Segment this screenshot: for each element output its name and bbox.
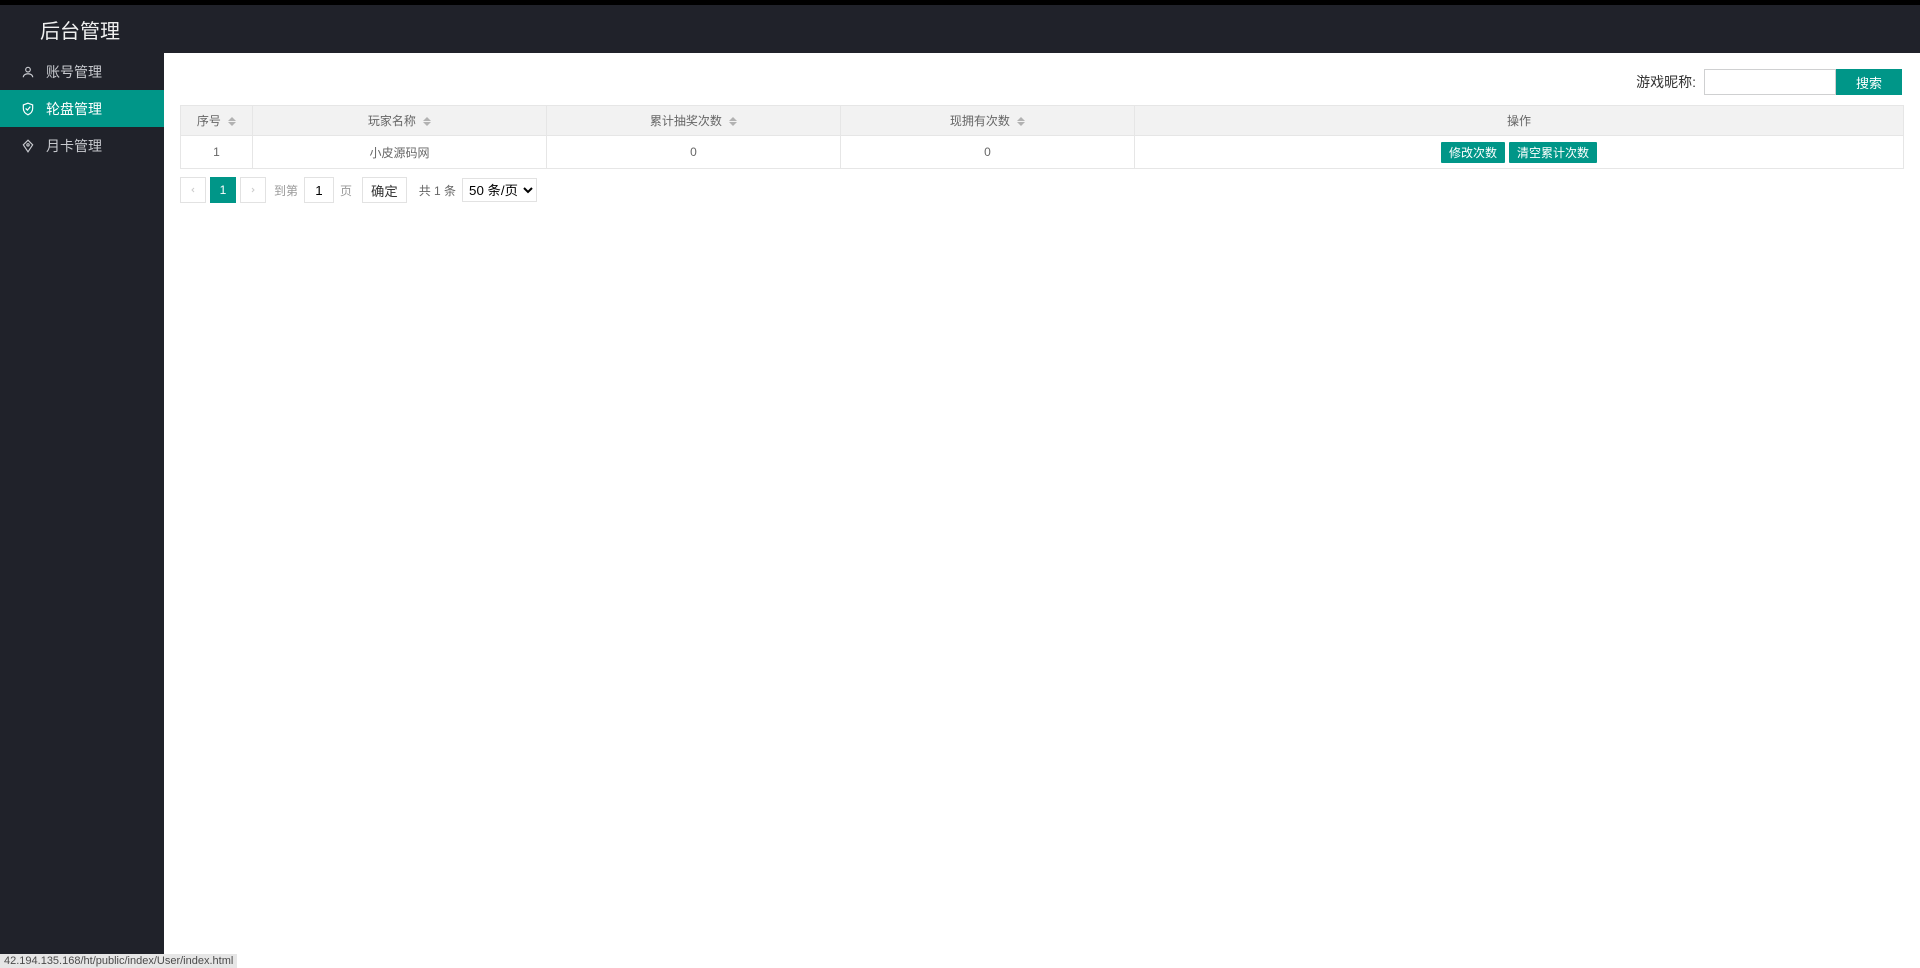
cell-actions: 修改次数清空累计次数 [1135,136,1903,168]
page-number[interactable]: 1 [210,177,236,203]
main-content: 游戏昵称: 搜索 序号 玩家名称 累计抽奖次数 [164,53,1920,968]
sidebar-item-label: 轮盘管理 [46,99,102,119]
search-input[interactable] [1704,69,1836,95]
clear-count-button[interactable]: 清空累计次数 [1509,142,1597,163]
page-total: 共 1 条 [419,182,456,199]
page-goto-input[interactable] [304,177,334,203]
diamond-icon [20,138,36,154]
sort-icon[interactable] [423,117,431,126]
edit-count-button[interactable]: 修改次数 [1441,142,1505,163]
cell-has: 0 [841,136,1135,168]
column-label: 操作 [1507,114,1531,128]
column-header-draws[interactable]: 累计抽奖次数 [547,106,841,136]
sidebar-item-monthcard[interactable]: 月卡管理 [0,127,164,164]
status-bar-url: 42.194.135.168/ht/public/index/User/inde… [0,954,237,968]
user-icon [20,64,36,80]
page-prev-button[interactable] [180,177,206,203]
pagination: 1 到第 页 确定 共 1 条 50 条/页 [180,177,1904,203]
cell-name: 小皮源码网 [253,136,547,168]
chevron-left-icon [189,186,197,194]
table-row: 1小皮源码网00修改次数清空累计次数 [181,136,1903,168]
shield-icon [20,101,36,117]
column-label: 累计抽奖次数 [650,114,722,128]
goto-suffix: 页 [340,182,352,199]
chevron-right-icon [249,186,257,194]
app-title: 后台管理 [40,15,120,44]
sort-icon[interactable] [1017,117,1025,126]
search-button[interactable]: 搜索 [1836,69,1902,95]
search-bar: 游戏昵称: 搜索 [180,69,1904,95]
column-header-seq[interactable]: 序号 [181,106,253,136]
sidebar-item-label: 账号管理 [46,62,102,82]
cell-draws: 0 [547,136,841,168]
column-label: 序号 [197,114,221,128]
page-goto-confirm[interactable]: 确定 [362,177,407,203]
sidebar: 账号管理 轮盘管理 月卡管理 [0,53,164,968]
cell-seq: 1 [181,136,253,168]
search-label: 游戏昵称: [1636,72,1696,92]
column-label: 玩家名称 [368,114,416,128]
column-header-actions: 操作 [1135,106,1903,136]
sidebar-item-label: 月卡管理 [46,136,102,156]
column-header-name[interactable]: 玩家名称 [253,106,547,136]
goto-prefix: 到第 [274,182,298,199]
sort-icon[interactable] [228,117,236,126]
page-next-button[interactable] [240,177,266,203]
column-label: 现拥有次数 [950,114,1010,128]
sidebar-item-account[interactable]: 账号管理 [0,53,164,90]
column-header-has[interactable]: 现拥有次数 [841,106,1135,136]
page-size-select[interactable]: 50 条/页 [462,178,537,202]
sort-icon[interactable] [729,117,737,126]
data-table: 序号 玩家名称 累计抽奖次数 现拥有次数 [180,105,1904,169]
header: 后台管理 [0,5,1920,53]
sidebar-item-wheel[interactable]: 轮盘管理 [0,90,164,127]
